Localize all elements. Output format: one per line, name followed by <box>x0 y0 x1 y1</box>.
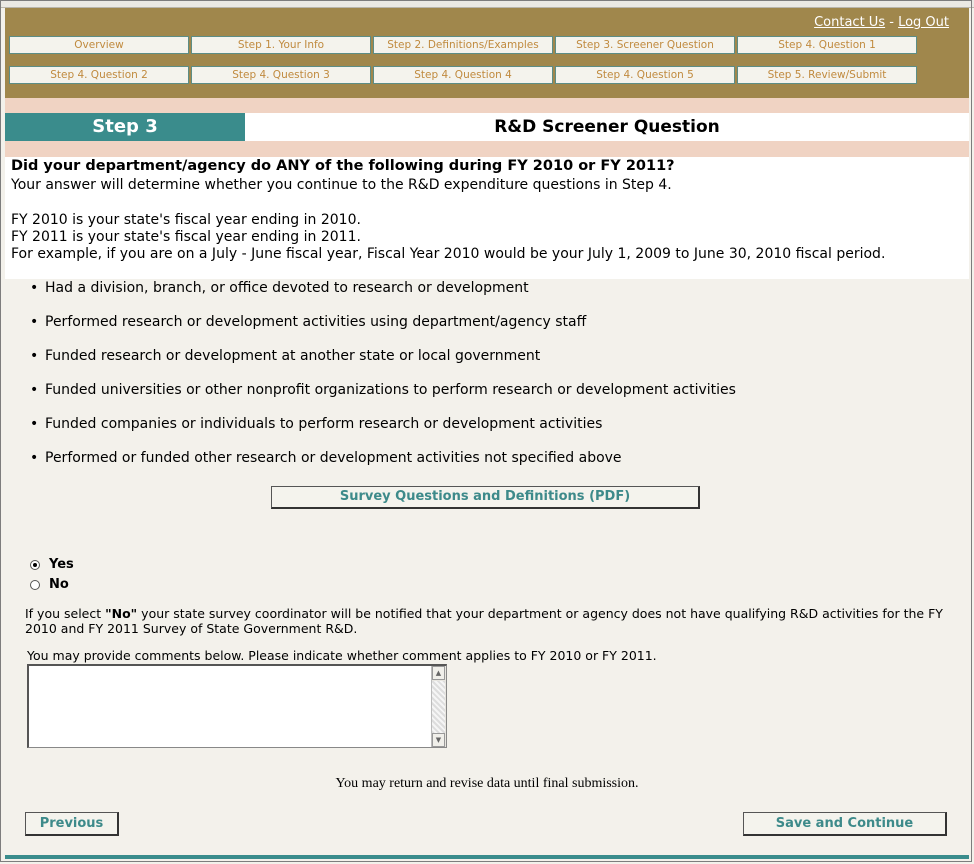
window-frame <box>0 0 972 862</box>
